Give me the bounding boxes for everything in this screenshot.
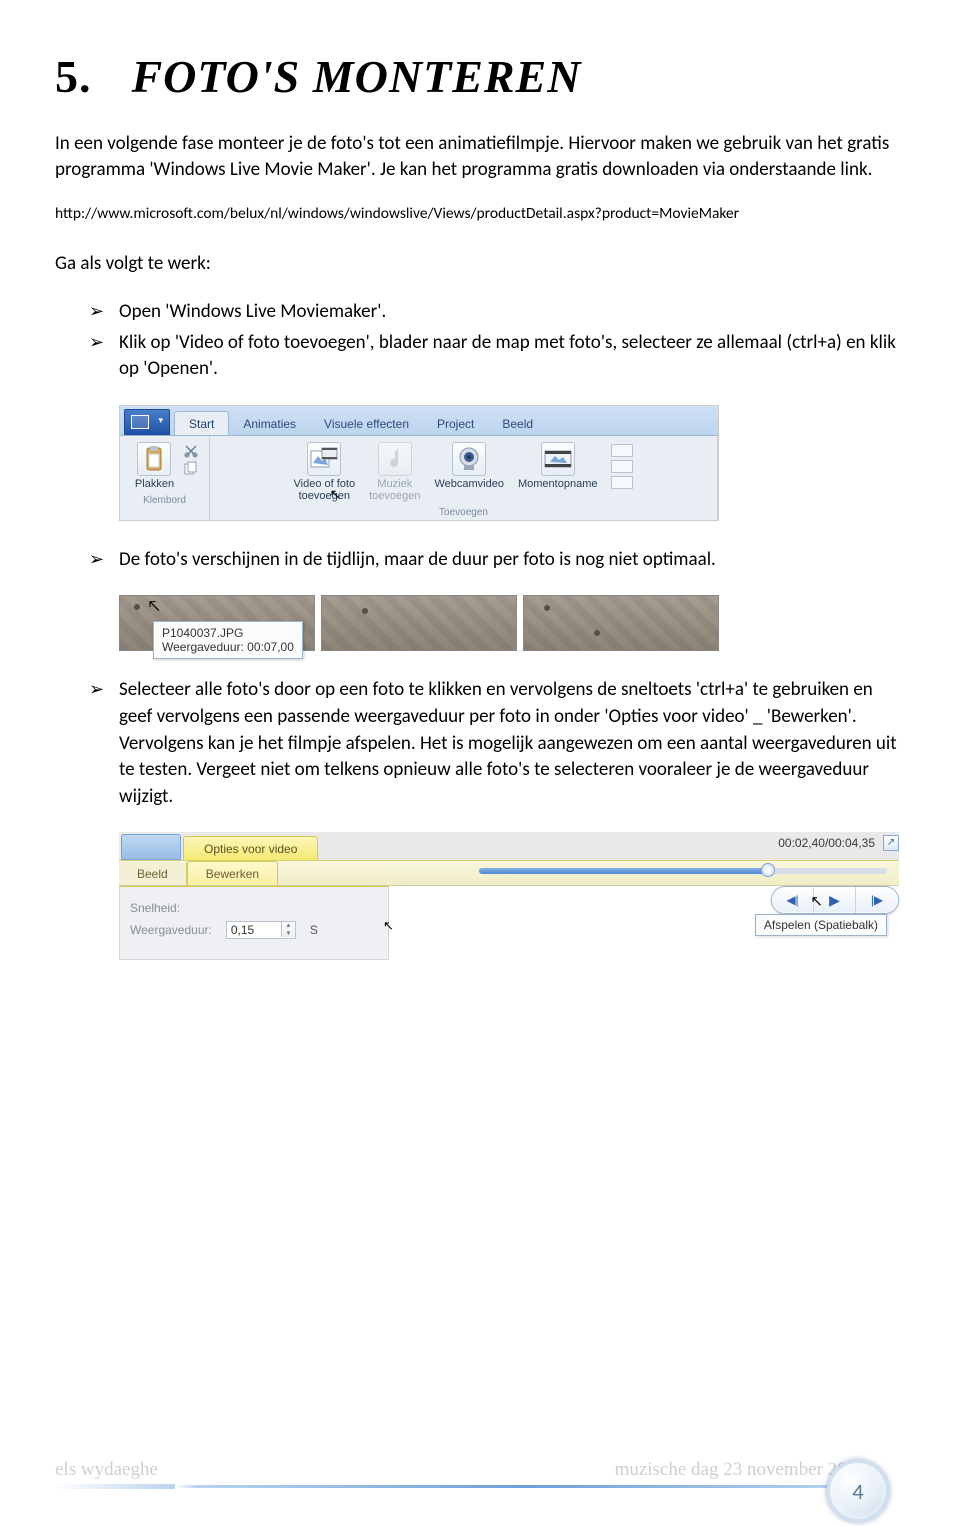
page-footer: els wydaeghe muzische dag 23 november 20… bbox=[55, 1459, 905, 1488]
ribbon-mini-buttons bbox=[607, 440, 637, 504]
bullet-1: Open 'Windows Live Moviemaker'. bbox=[89, 299, 905, 326]
tab-opties-voor-video[interactable]: Opties voor video bbox=[183, 836, 318, 860]
ribbon-muziek-toevoegen[interactable]: Muziek toevoegen bbox=[365, 440, 424, 504]
timeline-thumb-2[interactable] bbox=[321, 595, 517, 651]
group-klembord: Klembord bbox=[143, 492, 186, 506]
screenshot-ribbon: Start Animaties Visuele effecten Project… bbox=[119, 405, 719, 521]
page-number: 4 bbox=[852, 1478, 863, 1505]
cursor-icon: ↖ bbox=[383, 918, 394, 934]
editor-app-button[interactable] bbox=[121, 834, 181, 860]
snapshot-icon bbox=[541, 442, 575, 476]
app-menu-button[interactable] bbox=[124, 409, 170, 435]
prev-frame-button[interactable]: ◀| bbox=[772, 887, 814, 913]
spinner[interactable]: ▴ ▾ bbox=[281, 922, 295, 937]
player-track[interactable] bbox=[479, 868, 887, 874]
subtab-beeld[interactable]: Beeld bbox=[119, 862, 187, 885]
tab-beeld[interactable]: Beeld bbox=[488, 412, 547, 435]
ribbon-video-label: Video of foto toevoegen bbox=[294, 478, 356, 502]
heading-number: 5. bbox=[55, 50, 92, 103]
page-number-badge: 4 bbox=[827, 1460, 889, 1522]
player-controls: ◀| ▶ |▶ bbox=[771, 886, 899, 914]
input-weergaveduur[interactable]: 0,15 ▴ ▾ bbox=[226, 921, 296, 939]
ribbon-momentopname[interactable]: Momentopname bbox=[514, 440, 602, 504]
play-tooltip: Afspelen (Spatiebalk) bbox=[755, 914, 887, 936]
ribbon-plakken[interactable]: Plakken bbox=[131, 440, 178, 492]
video-photo-icon bbox=[307, 442, 341, 476]
spinner-down[interactable]: ▾ bbox=[282, 930, 295, 938]
bullet-4: Selecteer alle foto's door op een foto t… bbox=[89, 677, 905, 810]
section-heading: 5. FOTO'S MONTEREN bbox=[55, 50, 905, 103]
mini-button-2[interactable] bbox=[611, 460, 633, 473]
label-weergaveduur: Weergaveduur: bbox=[130, 923, 212, 937]
screenshot-editor: Opties voor video Beeld Bewerken Snelhei… bbox=[119, 832, 899, 960]
cursor-icon: ↖ bbox=[810, 892, 823, 910]
heading-title: FOTO'S MONTEREN bbox=[132, 50, 582, 103]
footer-divider bbox=[175, 1485, 875, 1488]
timeline-tooltip: P1040037.JPG Weergaveduur: 00:07,00 bbox=[153, 621, 303, 659]
player-time: 00:02,40/00:04,35 ↗ bbox=[479, 836, 899, 850]
steps-intro: Ga als volgt te werk: bbox=[55, 251, 905, 277]
music-icon bbox=[378, 442, 412, 476]
ribbon-webcamvideo[interactable]: Webcamvideo bbox=[430, 440, 508, 504]
player-track-handle[interactable] bbox=[761, 863, 775, 877]
ribbon-muziek-label: Muziek toevoegen bbox=[369, 478, 420, 502]
footer-author: els wydaeghe bbox=[55, 1459, 158, 1481]
copy-icon[interactable] bbox=[184, 461, 198, 475]
intro-paragraph: In een volgende fase monteer je de foto'… bbox=[55, 131, 905, 182]
spinner-up[interactable]: ▴ bbox=[282, 922, 295, 930]
mini-button-1[interactable] bbox=[611, 444, 633, 457]
label-snelheid: Snelheid: bbox=[130, 901, 180, 915]
cut-icon[interactable] bbox=[184, 444, 198, 458]
input-weergaveduur-value: 0,15 bbox=[231, 923, 254, 937]
clipboard-icon bbox=[137, 442, 171, 476]
group-toevoegen: Toevoegen bbox=[439, 504, 488, 518]
screenshot-timeline: ↖ P1040037.JPG Weergaveduur: 00:07,00 bbox=[119, 595, 719, 651]
tab-animaties[interactable]: Animaties bbox=[229, 412, 310, 435]
tooltip-duration: Weergaveduur: 00:07,00 bbox=[162, 640, 294, 654]
ribbon-plakken-label: Plakken bbox=[135, 478, 174, 490]
trailing-s: S bbox=[310, 923, 318, 937]
next-frame-button[interactable]: |▶ bbox=[856, 887, 898, 913]
tab-visuele-effecten[interactable]: Visuele effecten bbox=[310, 412, 423, 435]
player-track-fill bbox=[479, 868, 765, 874]
download-link[interactable]: http://www.microsoft.com/belux/nl/window… bbox=[55, 204, 905, 223]
subtab-bewerken[interactable]: Bewerken bbox=[187, 861, 278, 885]
expand-icon[interactable]: ↗ bbox=[883, 835, 899, 851]
tab-start[interactable]: Start bbox=[174, 411, 229, 435]
tab-project[interactable]: Project bbox=[423, 412, 488, 435]
ribbon-webcam-label: Webcamvideo bbox=[434, 478, 504, 490]
ribbon-moment-label: Momentopname bbox=[518, 478, 598, 490]
timeline-thumb-3[interactable] bbox=[523, 595, 719, 651]
cursor-icon: ↖ bbox=[147, 597, 161, 616]
ribbon-tabstrip: Start Animaties Visuele effecten Project… bbox=[120, 406, 718, 436]
bullet-3: De foto's verschijnen in de tijdlijn, ma… bbox=[89, 547, 905, 574]
bullet-2: Klik op 'Video of foto toevoegen', blade… bbox=[89, 330, 905, 383]
webcam-icon bbox=[452, 442, 486, 476]
mini-button-3[interactable] bbox=[611, 476, 633, 489]
player-panel: 00:02,40/00:04,35 ↗ ◀| ▶ |▶ ↖ Afspelen (… bbox=[479, 836, 899, 914]
tooltip-filename: P1040037.JPG bbox=[162, 626, 294, 640]
footer-event: muzische dag 23 november 2011 bbox=[615, 1459, 865, 1481]
ribbon-video-foto-toevoegen[interactable]: Video of foto toevoegen ↖ bbox=[290, 440, 360, 504]
